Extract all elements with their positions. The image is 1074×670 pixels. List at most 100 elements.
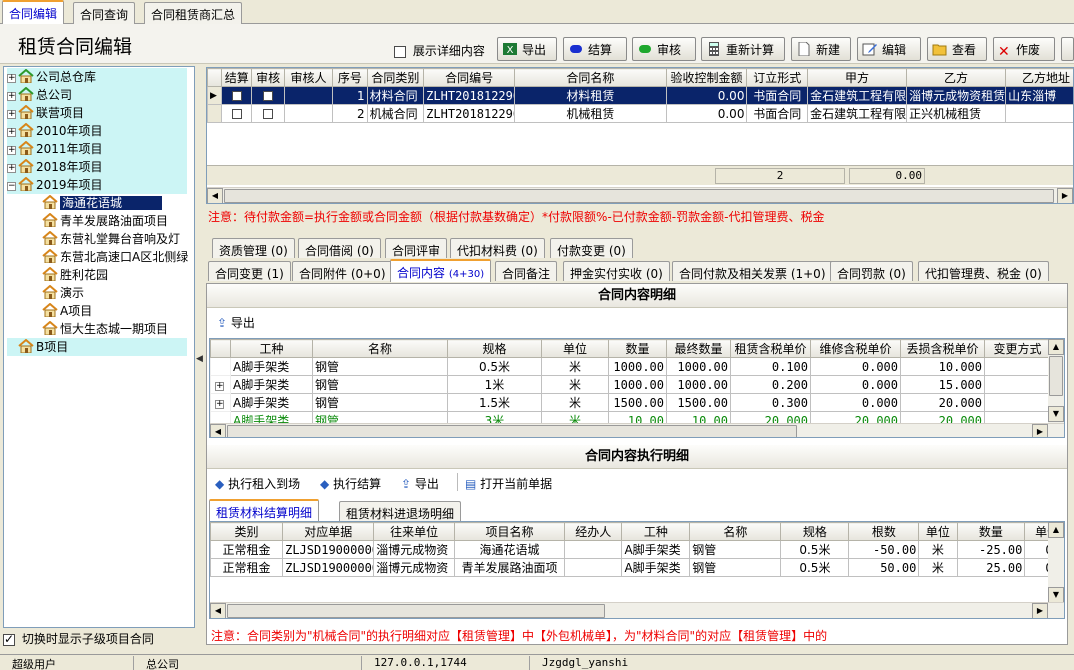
exec-export-button[interactable]: ⇪ 导出 [401, 475, 439, 492]
column-header[interactable]: 序号 [332, 68, 368, 87]
column-header[interactable]: 类别 [210, 522, 284, 541]
tree-node[interactable]: 海通花语城 [42, 194, 163, 212]
expand-toggle-icon[interactable]: + [7, 74, 16, 83]
show-detail-checkbox[interactable] [394, 45, 406, 58]
table-cell[interactable]: 1000.00 [666, 375, 731, 394]
table-cell[interactable]: 15.000 [900, 375, 985, 394]
settle-button[interactable]: 结算 [563, 37, 627, 61]
table-cell[interactable]: 青羊发展路油面项 [453, 558, 566, 577]
detail-tab[interactable]: 代扣材料费 (0) [450, 238, 545, 258]
table-cell[interactable]: 2 [332, 104, 368, 123]
table-row[interactable]: + A脚手架类 钢管 1.5米米 1500.00 1500.00 0.300 0.000 20.… [210, 393, 1051, 412]
expand-toggle-icon[interactable]: + [7, 146, 16, 155]
show-detail-toggle[interactable]: 展示详细内容 [394, 42, 485, 59]
subtab-in-out-detail[interactable]: 租赁材料进退场明细 [339, 501, 462, 521]
row-checkbox[interactable] [263, 109, 274, 119]
tree-node[interactable]: + 公司总仓库 [7, 68, 187, 86]
table-cell[interactable]: 0.000 [810, 393, 901, 412]
table-cell[interactable]: 50.00 [848, 558, 920, 577]
table-cell[interactable]: A脚手架类 [230, 375, 313, 394]
table-cell[interactable] [221, 104, 253, 123]
show-child-contracts-checkbox[interactable] [3, 632, 15, 646]
exec-grid-hscroll[interactable]: ◀ ▶ [210, 602, 1064, 618]
detail-tab[interactable]: 押金实付实收 (0) [563, 261, 670, 281]
detail-tab[interactable]: 合同备注 [495, 261, 558, 281]
table-cell[interactable]: -50.00 [848, 540, 920, 559]
column-header[interactable]: 往来单位 [373, 522, 455, 541]
table-cell[interactable]: 20.000 [900, 393, 985, 412]
scroll-right-icon[interactable]: ▶ [1057, 188, 1073, 203]
table-cell[interactable] [564, 558, 623, 577]
column-header[interactable]: 维修含税单价 [810, 339, 901, 358]
table-cell[interactable]: + [210, 375, 231, 394]
table-cell[interactable]: ZLJSD190000001 [282, 558, 375, 577]
table-row[interactable]: 正常租金ZLJSD190000001淄博元成物资青羊发展路油面项 A脚手架类钢管0… [210, 558, 1064, 577]
tab-contract-query[interactable]: 合同查询 [73, 2, 136, 24]
tree-node[interactable]: 青羊发展路油面项目 [42, 212, 168, 230]
expand-toggle-icon[interactable]: + [215, 381, 224, 391]
table-cell[interactable]: 淄博元成物资 [373, 540, 455, 559]
column-header[interactable]: 结算 [221, 68, 253, 87]
view-button[interactable]: 查看 [927, 37, 987, 61]
expand-toggle-icon[interactable]: + [7, 92, 16, 101]
table-cell[interactable]: 米 [918, 558, 958, 577]
table-cell[interactable] [984, 375, 1051, 394]
expand-toggle-icon[interactable]: − [7, 182, 16, 191]
table-cell[interactable]: 0.200 [730, 375, 811, 394]
table-cell[interactable] [251, 104, 285, 123]
table-cell[interactable]: 钢管 [689, 558, 782, 577]
detail-tab[interactable]: 资质管理 (0) [212, 238, 295, 258]
column-header[interactable]: 根数 [848, 522, 920, 541]
table-cell[interactable]: 1500.00 [666, 393, 731, 412]
table-cell[interactable]: 山东淄博 [1005, 86, 1073, 105]
detail-tab[interactable]: 合同借阅 (0) [298, 238, 381, 258]
tree-node[interactable]: +2018年项目 [7, 158, 187, 176]
table-cell[interactable]: A脚手架类 [621, 558, 691, 577]
table-cell[interactable]: 米 [918, 540, 958, 559]
expand-toggle-icon[interactable]: + [215, 399, 224, 409]
detail-tab[interactable]: 合同罚款 (0) [830, 261, 913, 281]
column-header[interactable]: 乙方地址 [1005, 68, 1073, 87]
table-cell[interactable]: 材料租赁 [514, 86, 667, 105]
table-cell[interactable]: 1.5米 [447, 393, 542, 412]
tree-node[interactable]: 东营北高速口A区北侧绿 [42, 248, 188, 266]
table-cell[interactable] [283, 104, 334, 123]
detail-tab[interactable]: 合同附件 (0+0) [292, 261, 393, 281]
tab-contract-lessor-summary[interactable]: 合同租赁商汇总 [144, 2, 243, 24]
recalculate-button[interactable]: 重新计算 [701, 37, 785, 61]
toolbar-overflow-button[interactable] [1061, 37, 1074, 61]
table-cell[interactable]: 0.5米 [447, 357, 542, 376]
table-cell[interactable]: 米 [541, 375, 609, 394]
table-cell[interactable]: 0.00 [665, 104, 748, 123]
column-header[interactable]: 合同名称 [514, 68, 667, 87]
tree-node[interactable]: 恒大生态城一期项目 [42, 320, 168, 338]
column-header[interactable]: 工种 [621, 522, 691, 541]
column-header[interactable]: 数量 [956, 522, 1026, 541]
table-cell[interactable]: 10.000 [900, 357, 985, 376]
content-export-button[interactable]: ⇪ 导出 [217, 314, 255, 331]
table-cell[interactable] [283, 86, 334, 105]
table-cell[interactable]: 0.5米 [780, 558, 850, 577]
tree-node[interactable]: +2011年项目 [7, 140, 187, 158]
column-header[interactable]: 乙方 [906, 68, 1007, 87]
tab-contract-edit[interactable]: 合同编辑 [2, 0, 65, 25]
table-cell[interactable] [251, 86, 285, 105]
content-grid-hscroll[interactable]: ◀ ▶ [210, 423, 1064, 437]
table-cell[interactable]: 米 [541, 357, 609, 376]
table-cell[interactable]: 1000.00 [608, 357, 667, 376]
table-cell[interactable] [564, 540, 623, 559]
table-cell[interactable]: ZLHT2018122902 [423, 104, 516, 123]
subtab-settlement-detail[interactable]: 租赁材料结算明细 [209, 499, 320, 521]
tree-node[interactable]: + 总公司 [7, 86, 187, 104]
table-cell[interactable]: 机械合同 [366, 104, 425, 123]
void-button[interactable]: ✕ 作废 [993, 37, 1055, 61]
table-cell[interactable]: 钢管 [689, 540, 782, 559]
table-cell[interactable]: A脚手架类 [621, 540, 691, 559]
column-header[interactable]: 审核 [251, 68, 285, 87]
table-cell[interactable] [984, 357, 1051, 376]
table-cell[interactable]: A脚手架类 [230, 393, 313, 412]
table-cell[interactable]: A脚手架类 [230, 357, 313, 376]
table-cell[interactable]: 1000.00 [666, 357, 731, 376]
table-cell[interactable]: 书面合同 [746, 104, 809, 123]
column-header[interactable]: 名称 [312, 339, 448, 358]
